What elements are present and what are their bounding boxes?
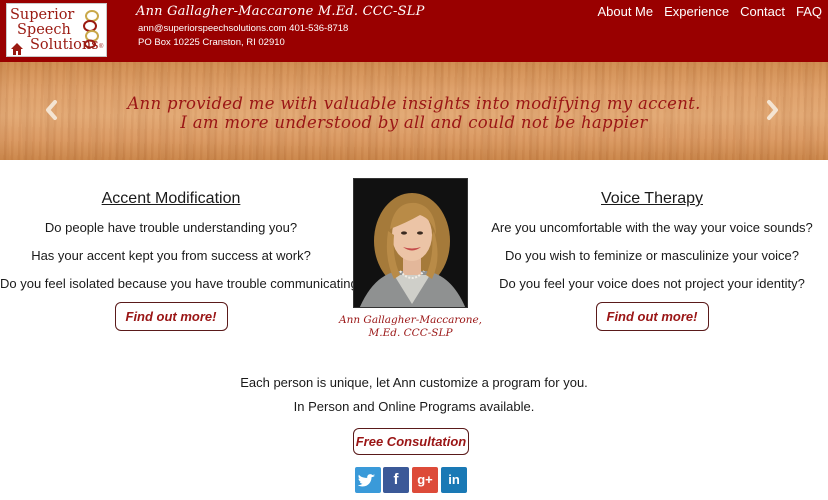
site-header: Superior Speech Solutions ® Ann Gallaghe… (0, 0, 828, 62)
contact-email-phone[interactable]: ann@superiorspeechsolutions.com 401-536-… (138, 23, 348, 34)
programs-available-text: In Person and Online Programs available. (293, 399, 535, 414)
nav-faq[interactable]: FAQ (796, 4, 822, 19)
accent-find-out-more-button[interactable]: Find out more! (114, 302, 228, 331)
carousel-next-icon[interactable] (760, 96, 784, 124)
voice-therapy-section: Voice Therapy Are you uncomfortable with… (476, 190, 828, 331)
logo-text-line2: Speech (17, 22, 71, 38)
facebook-icon[interactable]: f (383, 467, 409, 493)
nav-contact[interactable]: Contact (740, 4, 785, 19)
voice-question-1: Are you uncomfortable with the way your … (491, 220, 813, 235)
photo-caption-name: Ann Gallagher-Maccarone, (338, 314, 483, 326)
rings-icon (83, 10, 99, 48)
accent-question-3: Do you feel isolated because you have tr… (0, 276, 365, 291)
twitter-bird-glyph (357, 474, 375, 487)
accent-modification-title[interactable]: Accent Modification (0, 190, 342, 208)
facebook-glyph: f (393, 471, 399, 488)
customize-program-text: Each person is unique, let Ann customize… (240, 375, 588, 390)
google-plus-icon[interactable]: g+ (412, 467, 438, 493)
linkedin-icon[interactable]: in (441, 467, 467, 493)
testimonial-quote-line2: I am more understood by all and could no… (180, 113, 648, 132)
accent-question-2: Has your accent kept you from success at… (31, 248, 311, 263)
testimonial-carousel: Ann provided me with valuable insights i… (0, 62, 828, 160)
practitioner-name: Ann Gallagher-Maccarone M.Ed. CCC-SLP (136, 4, 425, 19)
main-nav: About Me Experience Contact FAQ (586, 4, 822, 19)
profile-portrait-image (354, 179, 467, 307)
testimonial-quote-line1: Ann provided me with valuable insights i… (127, 94, 701, 113)
nav-about-me[interactable]: About Me (597, 4, 653, 19)
free-consultation-button[interactable]: Free Consultation (353, 428, 469, 455)
house-icon (11, 43, 23, 55)
linkedin-glyph: in (448, 472, 460, 487)
contact-address: PO Box 10225 Cranston, RI 02910 (138, 37, 285, 48)
voice-question-3: Do you feel your voice does not project … (499, 276, 805, 291)
site-logo[interactable]: Superior Speech Solutions ® (6, 3, 107, 57)
accent-question-1: Do people have trouble understanding you… (44, 220, 298, 235)
google-plus-glyph: g+ (417, 472, 433, 487)
nav-experience[interactable]: Experience (664, 4, 729, 19)
voice-therapy-title[interactable]: Voice Therapy (476, 190, 828, 208)
accent-modification-section: Accent Modification Do people have troub… (0, 190, 365, 331)
voice-question-2: Do you wish to feminize or masculinize y… (504, 248, 800, 263)
profile-photo (353, 178, 468, 308)
voice-find-out-more-button[interactable]: Find out more! (595, 302, 709, 331)
twitter-icon[interactable] (355, 467, 381, 493)
photo-caption-credentials: M.Ed. CCC-SLP (368, 327, 453, 339)
logo-text-line1: Superior (10, 7, 75, 23)
